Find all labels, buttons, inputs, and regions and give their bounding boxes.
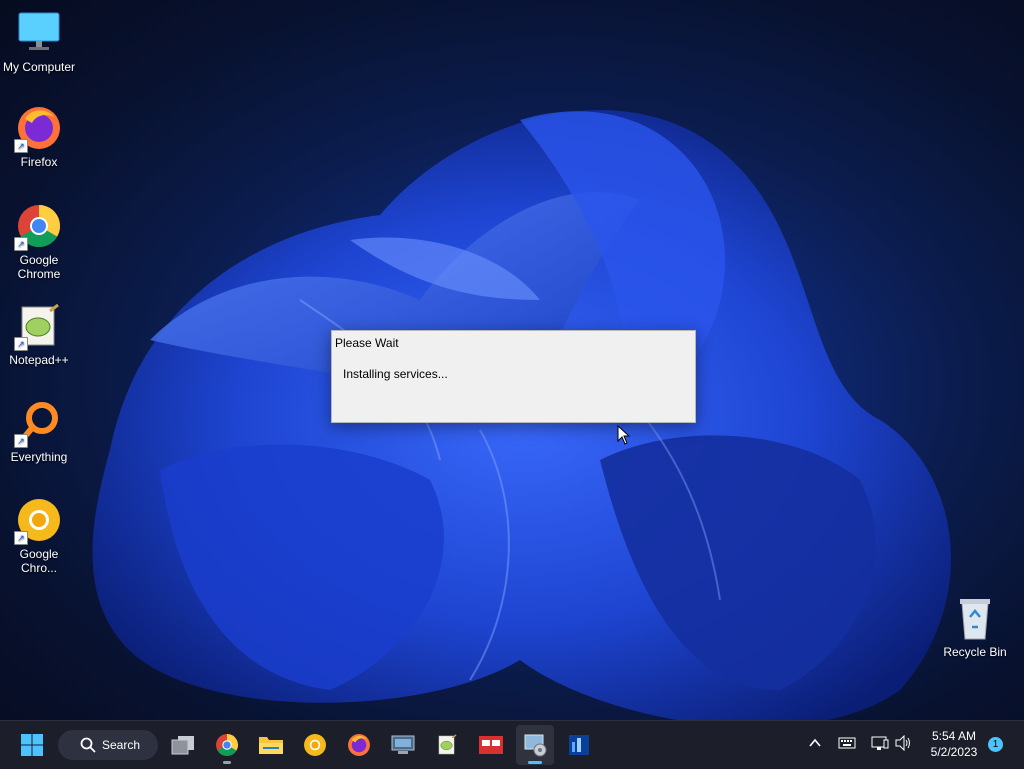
keyboard-icon	[838, 737, 856, 749]
active-indicator	[528, 761, 542, 764]
shortcut-arrow-icon: ↗	[14, 434, 28, 448]
task-view-button[interactable]	[164, 725, 202, 765]
desktop-icon-notepad-plus-plus[interactable]: ↗ Notepad++	[0, 303, 78, 367]
taskbar: Search 5:54 AM 5/2/2023 1	[0, 720, 1024, 769]
desktop-icon-everything[interactable]: ↗ Everything	[0, 400, 78, 464]
taskbar-network-tool-button[interactable]	[560, 725, 598, 765]
magnifier-icon: ↗	[14, 400, 62, 448]
desktop-icon-label: Firefox	[20, 155, 58, 169]
desktop-icon-label: Notepad++	[9, 353, 69, 367]
desktop-icon-recycle-bin[interactable]: Recycle Bin	[936, 595, 1014, 659]
shortcut-arrow-icon: ↗	[14, 531, 28, 545]
chevron-up-icon	[809, 738, 821, 747]
chrome-canary-icon: ↗	[14, 497, 62, 545]
taskbar-file-explorer-button[interactable]	[252, 725, 290, 765]
dialog-message: Installing services...	[343, 367, 448, 381]
desktop-icon-label: Google Chro...	[19, 547, 59, 575]
mouse-cursor-icon	[617, 424, 631, 445]
taskbar-chrome-canary-button[interactable]	[296, 725, 334, 765]
search-icon	[80, 737, 96, 753]
recycle-bin-icon	[952, 595, 998, 641]
chrome-canary-icon	[304, 734, 326, 756]
network-button[interactable]	[871, 735, 889, 754]
taskbar-remote-desktop-button[interactable]	[384, 725, 422, 765]
desktop-icon-label: My Computer	[2, 60, 76, 74]
remote-desktop-icon	[391, 735, 415, 754]
notepad-plus-plus-icon: ↗	[14, 303, 62, 351]
taskbar-setup-installer-button[interactable]	[516, 725, 554, 765]
taskbar-notepad-plus-plus-button[interactable]	[428, 725, 466, 765]
taskbar-firefox-button[interactable]	[340, 725, 378, 765]
clock-date: 5/2/2023	[930, 745, 978, 759]
firefox-icon: ↗	[14, 105, 62, 153]
taskbar-presentation-app-button[interactable]	[472, 725, 510, 765]
windows-logo-icon	[21, 734, 43, 756]
notepad-plus-plus-icon	[438, 734, 457, 755]
shortcut-arrow-icon: ↗	[14, 237, 28, 251]
desktop-icon-label: Google Chrome	[17, 253, 61, 281]
task-view-icon	[171, 736, 194, 755]
desktop-icon-google-chrome[interactable]: ↗ Google Chrome	[0, 203, 78, 281]
firefox-icon	[348, 734, 370, 756]
chrome-icon	[216, 734, 238, 756]
desktop-icon-label: Recycle Bin	[943, 645, 1007, 659]
speaker-icon	[895, 734, 910, 752]
shortcut-arrow-icon: ↗	[14, 337, 28, 351]
network-icon	[871, 736, 889, 750]
chrome-icon: ↗	[14, 203, 62, 251]
search-label: Search	[102, 738, 141, 752]
taskbar-chrome-button[interactable]	[208, 725, 246, 765]
desktop-icon-firefox[interactable]: ↗ Firefox	[0, 105, 78, 169]
presentation-icon	[479, 736, 503, 754]
desktop-icon-label: Everything	[10, 450, 68, 464]
desktop-icon-google-chrome-canary[interactable]: ↗ Google Chro...	[0, 497, 78, 575]
running-indicator	[223, 761, 231, 764]
keyboard-button[interactable]	[838, 736, 856, 753]
network-tool-icon	[569, 735, 589, 755]
taskbar-search-button[interactable]: Search	[58, 730, 158, 760]
monitor-icon	[16, 10, 62, 56]
show-hidden-icons-button[interactable]	[808, 736, 822, 753]
dialog-title: Please Wait	[335, 336, 399, 350]
installer-icon	[524, 734, 547, 757]
volume-button[interactable]	[895, 734, 913, 754]
shortcut-arrow-icon: ↗	[14, 139, 28, 153]
folder-icon	[259, 737, 283, 754]
start-button[interactable]	[13, 725, 51, 765]
clock-time: 5:54 AM	[931, 729, 977, 743]
please-wait-dialog: Please Wait Installing services...	[331, 330, 696, 423]
desktop-icon-my-computer[interactable]: My Computer	[0, 10, 78, 74]
notification-badge[interactable]: 1	[988, 737, 1003, 752]
clock-button[interactable]: 5:54 AM 5/2/2023	[920, 728, 988, 760]
